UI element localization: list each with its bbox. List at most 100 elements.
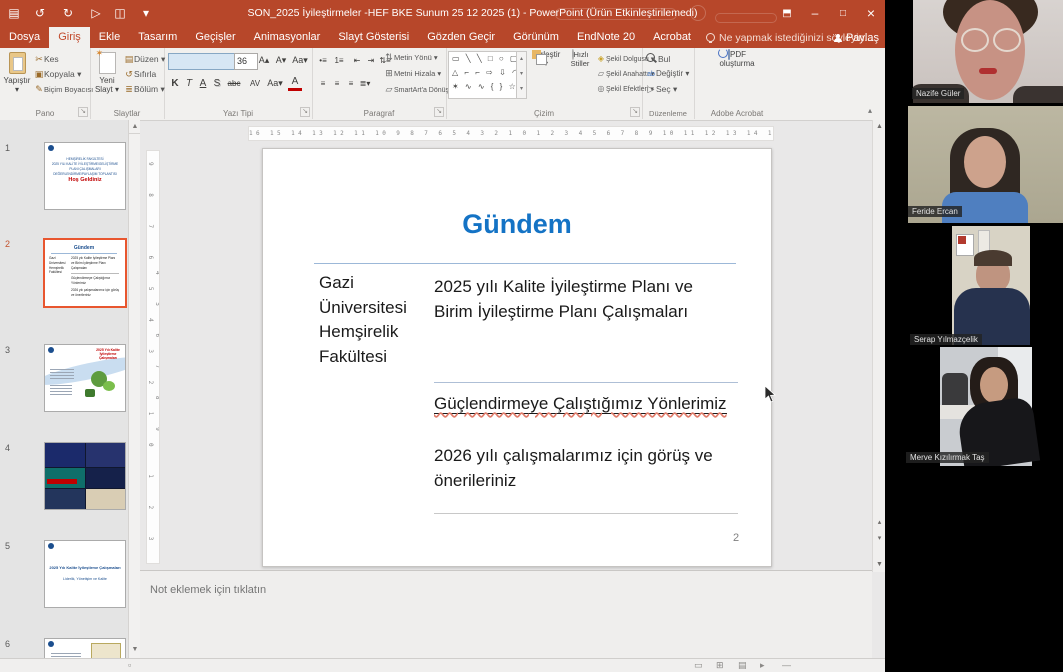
slide-item-2[interactable]: Güçlendirmeye Çalıştığımız Yönlerimiz [434, 392, 744, 417]
thumbnail-scrollbar[interactable]: ▲ ▼ [128, 120, 140, 658]
zoom-out-icon[interactable]: — [782, 660, 791, 670]
group-label: Yazı Tipi [164, 109, 312, 118]
tab-slayt-gosterisi[interactable]: Slayt Gösterisi [329, 27, 418, 48]
tab-animasyonlar[interactable]: Animasyonlar [245, 27, 330, 48]
slide-thumbnail-4[interactable] [44, 442, 126, 510]
shapes-gallery[interactable]: ▭ ╲ ╲ □ ○ ▢ △ ⌐ ⌐ ⇨ ⇩ ◠ ✶ ∿ ∿ { } ☆ [448, 51, 519, 99]
underline-button[interactable]: A [196, 76, 210, 91]
shapes-row[interactable]: ✶ ∿ ∿ { } ☆ [452, 80, 518, 94]
minimize-button[interactable]: – [801, 0, 829, 27]
italic-button[interactable]: T [182, 76, 196, 91]
print-preview-icon[interactable]: ◫ [108, 0, 132, 27]
reset-button[interactable]: ↺Sıfırla [124, 67, 156, 81]
tab-dosya[interactable]: Dosya [0, 27, 49, 48]
decrease-indent-button[interactable]: ⇤ [350, 53, 364, 68]
reading-view-icon[interactable]: ▤ [738, 660, 747, 671]
quick-styles-button[interactable]: Hızlı Stiller [564, 50, 596, 108]
layout-button[interactable]: ▤Düzen ▾ [124, 52, 165, 66]
tab-gozden-gecir[interactable]: Gözden Geçir [418, 27, 504, 48]
save-icon[interactable]: ▤ [2, 0, 26, 27]
align-right-button[interactable]: ≡ [344, 76, 358, 91]
customize-qat-icon[interactable]: ▾ [134, 0, 158, 27]
thumb-number: 2 [5, 239, 10, 249]
scroll-down-icon[interactable]: ▼ [129, 643, 140, 656]
participant-video-4[interactable] [885, 347, 1063, 466]
scissors-icon: ✂ [34, 52, 44, 66]
character-spacing-button[interactable]: AV [246, 76, 264, 91]
start-slideshow-icon[interactable]: ▷ [84, 0, 108, 27]
shapes-gallery-scroll[interactable]: ▴▾▾ [516, 51, 527, 99]
font-name-box[interactable] [168, 53, 236, 70]
bold-button[interactable]: K [168, 76, 182, 91]
vertical-ruler: 9 8 7 6 5 4 3 2 1 0 1 2 3 4 5 6 7 8 9 [146, 150, 160, 564]
ribbon-display-options-icon[interactable]: ⬒ [773, 0, 801, 27]
collapse-ribbon-icon[interactable]: ▴ [868, 106, 872, 115]
align-left-button[interactable]: ≡ [316, 76, 330, 91]
redo-icon[interactable]: ↻ [56, 0, 80, 27]
tab-endnote[interactable]: EndNote 20 [568, 27, 644, 48]
tab-gorunum[interactable]: Görünüm [504, 27, 568, 48]
increase-indent-button[interactable]: ⇥ [364, 53, 378, 68]
notes-placeholder[interactable]: Not eklemek için tıklatın [150, 584, 266, 596]
tab-gecisler[interactable]: Geçişler [186, 27, 244, 48]
undo-icon[interactable]: ↺ [28, 0, 52, 27]
slide-side-text[interactable]: Gazi Üniversitesi Hemşirelik Fakültesi [319, 271, 431, 370]
slide-thumbnail-2-selected[interactable]: Gündem Gazi Üniversitesi Hemşirelik Fakü… [43, 238, 127, 308]
text-shadow-button[interactable]: S [210, 76, 224, 91]
pdf-create-button[interactable]: PDF oluşturma [710, 50, 764, 108]
font-color-button[interactable]: A [288, 76, 302, 91]
cut-button[interactable]: ✂Kes [34, 52, 59, 66]
copy-button[interactable]: ▣Kopyala ▾ [34, 67, 81, 81]
justify-button[interactable]: ≣▾ [358, 76, 372, 91]
shapes-row[interactable]: ▭ ╲ ╲ □ ○ ▢ [452, 52, 518, 66]
slide-sorter-view-icon[interactable]: ⊞ [716, 660, 724, 671]
slide-item-3[interactable]: 2026 yılı çalışmalarımız için görüş ve ö… [434, 444, 724, 493]
shapes-row[interactable]: △ ⌐ ⌐ ⇨ ⇩ ◠ [452, 66, 518, 80]
grow-font-button[interactable]: A▴ [256, 53, 272, 68]
font-dialog-launcher-icon[interactable]: ↘ [300, 107, 310, 117]
text-direction-button[interactable]: ⇅Metin Yönü ▾ [384, 50, 438, 64]
slide-thumbnail-6[interactable] [44, 638, 126, 658]
align-center-button[interactable]: ≡ [330, 76, 344, 91]
arrange-button[interactable]: Yerleştir▾ [528, 50, 564, 108]
numbering-button[interactable]: 1≡ [332, 53, 346, 68]
close-button[interactable]: × [857, 0, 885, 27]
paragraph-dialog-launcher-icon[interactable]: ↘ [434, 107, 444, 117]
share-button[interactable]: Paylaş [834, 29, 879, 47]
slide-thumbnail-5[interactable]: 2025 Yılı Kalite İyileştirme Çalışmaları… [44, 540, 126, 608]
statusbar-box-icon[interactable]: ▫ [128, 660, 131, 670]
tab-ekle[interactable]: Ekle [90, 27, 129, 48]
section-button[interactable]: ≣Bölüm ▾ [124, 82, 165, 96]
change-case-button[interactable]: Aa▾ [291, 53, 309, 68]
tab-giris[interactable]: Giriş [49, 27, 90, 48]
scroll-up-icon[interactable]: ▲ [129, 120, 140, 134]
slide-canvas[interactable]: Gündem Gazi Üniversitesi Hemşirelik Fakü… [262, 148, 772, 567]
format-painter-button[interactable]: ✎Biçim Boyacısı [34, 82, 93, 96]
normal-view-icon[interactable]: ▭ [694, 660, 703, 671]
shrink-font-button[interactable]: A▾ [273, 53, 289, 68]
slide-thumbnail-1[interactable]: HEMŞİRELİK FAKÜLTESİ 2025 YILI KALİTE İY… [44, 142, 126, 210]
align-text-button[interactable]: ⊞Metni Hizala ▾ [384, 66, 441, 80]
restore-button[interactable]: □ [829, 0, 857, 27]
case-button[interactable]: Aa▾ [266, 76, 284, 91]
strikethrough-button[interactable]: abc [224, 76, 244, 91]
new-slide-button[interactable]: Yeni Slayt ▾ [91, 50, 123, 108]
paste-button[interactable]: Yapıştır▾ [1, 50, 33, 108]
bullets-button[interactable]: •≡ [316, 53, 330, 68]
find-button[interactable]: Bul [646, 52, 670, 66]
slide-item-1[interactable]: 2025 yılı Kalite İyileştirme Planı ve Bi… [434, 275, 730, 324]
slide-thumbnail-3[interactable]: 2025 Yılı Kalite İyileştirme Çalışmaları [44, 344, 126, 412]
font-size-box[interactable]: 36 [234, 53, 258, 70]
notes-pane[interactable]: Not eklemek için tıklatın [140, 570, 872, 659]
tab-acrobat[interactable]: Acrobat [644, 27, 700, 48]
clipboard-dialog-launcher-icon[interactable]: ↘ [78, 107, 88, 117]
main-scrollbar[interactable]: ▲ ▴ ▾ ▼ [872, 120, 886, 572]
participant-video-3[interactable] [885, 226, 1063, 345]
thumb-number: 3 [5, 345, 10, 355]
tab-tasarim[interactable]: Tasarım [129, 27, 186, 48]
slideshow-view-icon[interactable]: ▸ [760, 660, 765, 671]
slide-title[interactable]: Gündem [263, 209, 771, 240]
drawing-dialog-launcher-icon[interactable]: ↘ [630, 107, 640, 117]
replace-button[interactable]: abDeğiştir ▾ [646, 67, 689, 81]
select-button[interactable]: ▷Seç ▾ [646, 82, 677, 96]
